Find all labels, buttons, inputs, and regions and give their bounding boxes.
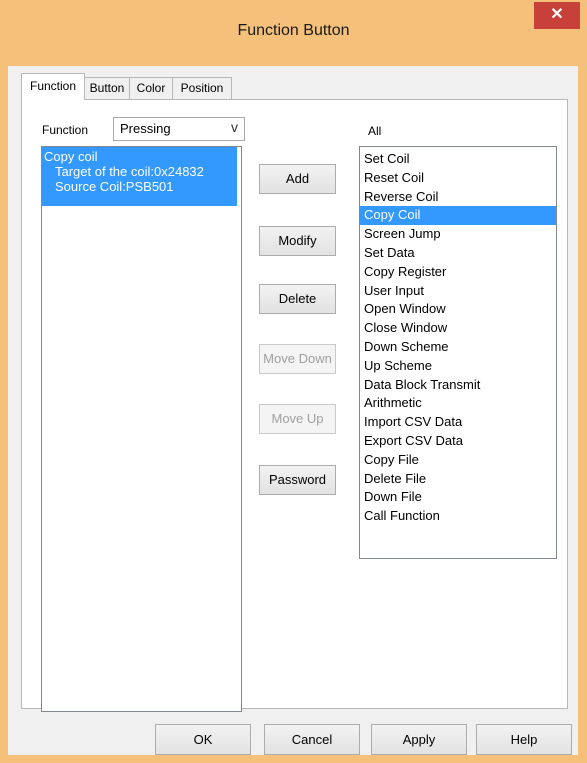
close-button[interactable]: ✕ [534, 2, 580, 29]
apply-button[interactable]: Apply [371, 724, 467, 755]
move-down-button[interactable]: Move Down [259, 344, 336, 374]
all-function-item[interactable]: Set Data [360, 244, 556, 263]
cancel-button[interactable]: Cancel [264, 724, 360, 755]
all-function-item[interactable]: Reset Coil [360, 169, 556, 188]
all-function-item[interactable]: Open Window [360, 300, 556, 319]
function-trigger-value: Pressing [120, 121, 171, 136]
move-up-button[interactable]: Move Up [259, 404, 336, 434]
all-function-item[interactable]: Copy Coil [360, 206, 556, 226]
function-target: Target of the coil:0x24832 [55, 164, 204, 179]
all-function-item[interactable]: Screen Jump [360, 225, 556, 244]
all-function-item[interactable]: Up Scheme [360, 357, 556, 376]
all-function-item[interactable]: Down File [360, 488, 556, 507]
ok-button[interactable]: OK [155, 724, 251, 755]
defined-function-item[interactable]: Copy coil Target of the coil:0x24832 Sou… [42, 147, 237, 206]
all-function-item[interactable]: Copy Register [360, 263, 556, 282]
all-function-item[interactable]: Set Coil [360, 150, 556, 169]
delete-button[interactable]: Delete [259, 284, 336, 314]
password-button[interactable]: Password [259, 465, 336, 495]
help-button[interactable]: Help [476, 724, 572, 755]
tab-button[interactable]: Button [84, 77, 130, 99]
function-label: Function [42, 123, 89, 137]
title-bar[interactable]: Function Button ✕ [0, 0, 587, 64]
modify-button[interactable]: Modify [259, 226, 336, 256]
all-function-item[interactable]: Data Block Transmit [360, 376, 556, 395]
all-function-item[interactable]: Close Window [360, 319, 556, 338]
all-functions-list[interactable]: Set Coil Reset Coil Reverse Coil Copy Coil S… [359, 146, 557, 559]
all-function-item[interactable]: Down Scheme [360, 338, 556, 357]
function-trigger-select[interactable]: Pressing v [113, 117, 245, 141]
window-title: Function Button [237, 22, 350, 39]
tab-position[interactable]: Position [172, 77, 232, 99]
all-function-item[interactable]: Call Function [360, 507, 556, 526]
all-function-item[interactable]: Copy File [360, 451, 556, 470]
tab-color[interactable]: Color [129, 77, 173, 99]
defined-functions-list[interactable]: Copy coil Target of the coil:0x24832 Sou… [41, 146, 242, 712]
all-function-item[interactable]: User Input [360, 282, 556, 301]
all-function-item[interactable]: Export CSV Data [360, 432, 556, 451]
all-functions-label: All [368, 124, 382, 138]
all-function-item[interactable]: Reverse Coil [360, 188, 556, 207]
all-function-item[interactable]: Import CSV Data [360, 413, 556, 432]
tab-function[interactable]: Function [21, 73, 85, 100]
all-function-item[interactable]: Delete File [360, 470, 556, 489]
all-function-item[interactable]: Arithmetic [360, 394, 556, 413]
close-icon: ✕ [550, 6, 564, 23]
add-button[interactable]: Add [259, 164, 336, 194]
dialog-window: Function Button ✕ Function Button Color … [0, 0, 587, 763]
function-name: Copy coil [44, 149, 98, 164]
chevron-down-icon: v [231, 119, 238, 135]
function-source: Source Coil:PSB501 [55, 179, 174, 194]
